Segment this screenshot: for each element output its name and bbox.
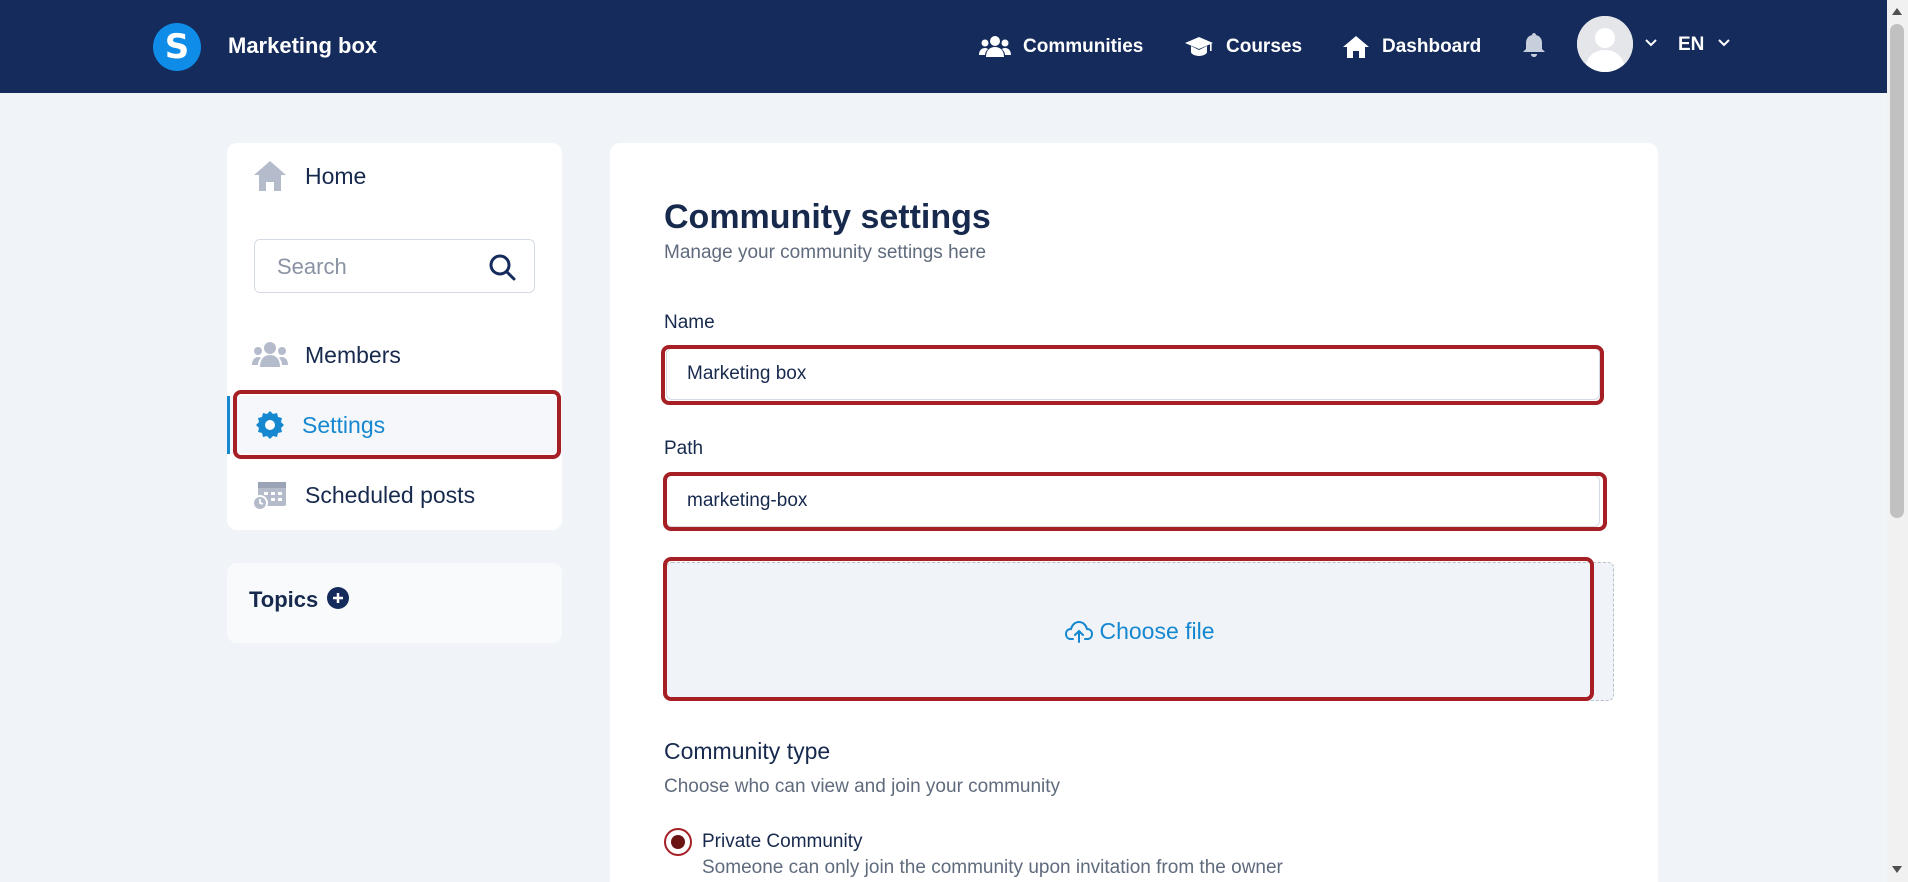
topics-heading: Topics	[249, 587, 319, 612]
sidebar-item-label: Settings	[302, 411, 386, 438]
community-type-heading: Community type	[664, 738, 831, 764]
sidebar-item-members[interactable]: Members	[227, 327, 562, 383]
sidebar-item-label: Home	[305, 162, 367, 189]
sidebar-item-home[interactable]: Home	[227, 148, 562, 204]
sidebar-item-label: Members	[305, 341, 401, 368]
nav-courses-label: Courses	[1226, 36, 1303, 57]
cloud-upload-icon	[1065, 620, 1094, 643]
search-input[interactable]	[277, 252, 477, 282]
page-title: Community settings	[664, 198, 991, 236]
name-input[interactable]	[666, 348, 1600, 400]
path-input[interactable]	[666, 475, 1600, 527]
topics-panel: Topics	[227, 563, 562, 643]
sidebar-item-scheduled-posts[interactable]: Scheduled posts	[227, 467, 562, 523]
path-label: Path	[664, 438, 704, 459]
home-icon	[1343, 36, 1369, 58]
home-icon	[254, 161, 286, 191]
nav-dashboard-label: Dashboard	[1382, 36, 1482, 57]
avatar[interactable]	[1577, 16, 1633, 72]
file-dropzone[interactable]: Choose file	[666, 562, 1614, 701]
search-icon[interactable]	[488, 253, 516, 281]
name-label: Name	[664, 312, 715, 333]
nav-dashboard[interactable]: Dashboard	[1342, 30, 1481, 64]
scroll-down-arrow[interactable]	[1892, 866, 1902, 873]
sidebar-item-settings[interactable]: Settings	[227, 396, 562, 454]
nav-communities[interactable]: Communities	[979, 30, 1143, 64]
choose-file-label: Choose file	[1099, 618, 1215, 644]
page-subtitle: Manage your community settings here	[664, 242, 987, 263]
user-placeholder-icon	[1577, 16, 1633, 72]
top-navbar: S Marketing box Communities Courses Dash…	[0, 0, 1887, 93]
chevron-down-icon[interactable]	[1644, 38, 1658, 48]
private-community-description: Someone can only join the community upon…	[702, 857, 1283, 878]
sidebar-item-label: Scheduled posts	[305, 481, 476, 508]
private-community-label[interactable]: Private Community	[702, 831, 863, 853]
settings-card: Community settings Manage your community…	[610, 143, 1658, 882]
page-scrollbar[interactable]	[1887, 0, 1908, 882]
scroll-up-arrow[interactable]	[1892, 8, 1902, 15]
nav-courses[interactable]: Courses	[1184, 30, 1302, 64]
private-community-radio[interactable]	[664, 828, 692, 856]
search-field[interactable]	[254, 239, 535, 293]
graduation-cap-icon	[1185, 37, 1213, 56]
add-topic-icon[interactable]	[327, 587, 349, 609]
gear-icon	[256, 411, 284, 439]
calendar-clock-icon	[252, 482, 286, 511]
bell-icon[interactable]	[1522, 32, 1546, 58]
community-name[interactable]: Marketing box	[228, 33, 377, 59]
community-type-subtitle: Choose who can view and join your commun…	[664, 776, 1061, 797]
chevron-down-icon[interactable]	[1717, 38, 1731, 48]
choose-file-button[interactable]: Choose file	[667, 563, 1613, 700]
scroll-thumb[interactable]	[1890, 24, 1904, 518]
sidebar: Home Members Sett	[227, 143, 562, 530]
members-icon	[252, 342, 288, 367]
nav-communities-label: Communities	[1023, 36, 1144, 57]
active-indicator	[227, 396, 230, 454]
app-logo[interactable]: S	[153, 23, 201, 71]
language-selector[interactable]: EN	[1678, 34, 1704, 56]
radio-selected-dot	[671, 835, 685, 849]
users-icon	[979, 36, 1011, 57]
